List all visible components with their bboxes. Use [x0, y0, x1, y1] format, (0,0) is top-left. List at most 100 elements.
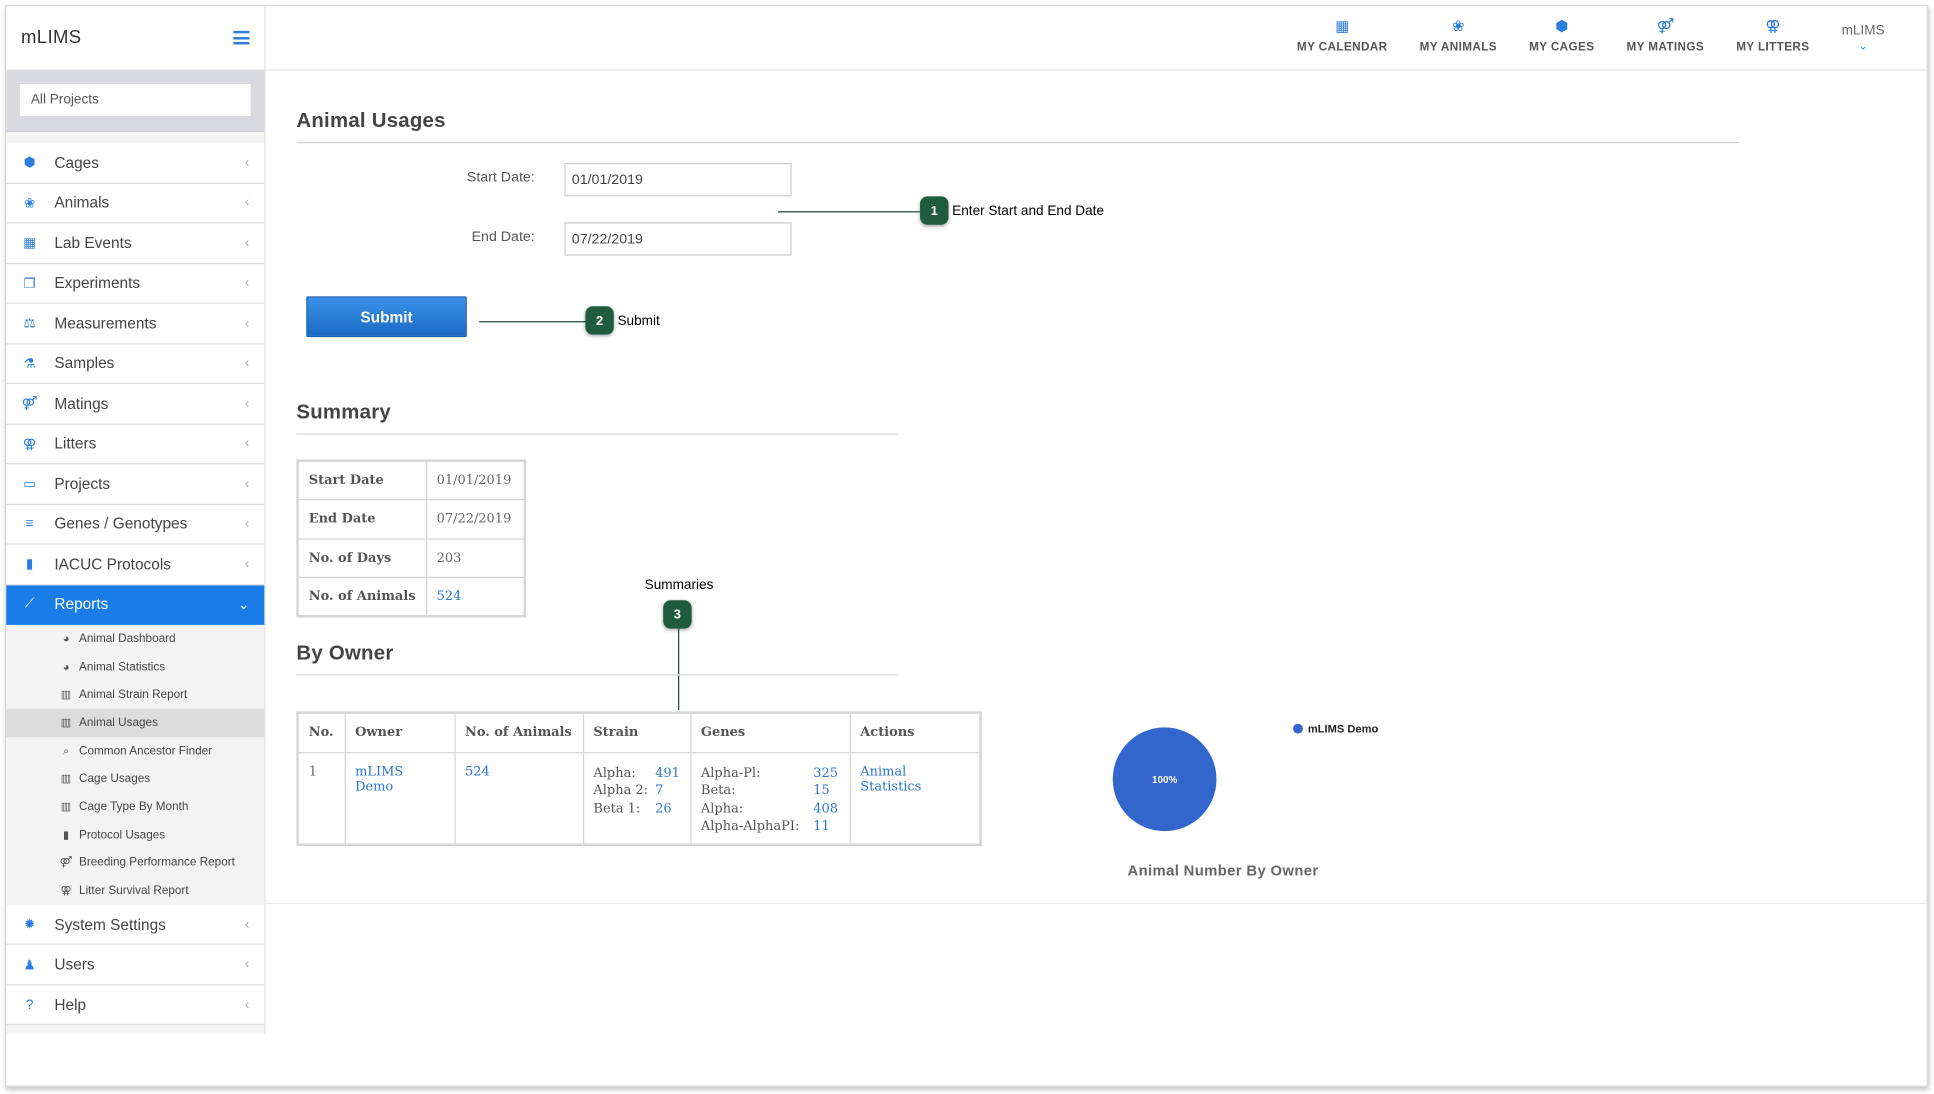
callout-1-text: Enter Start and End Date — [952, 203, 1104, 219]
submenu-item-breeding-performance-report[interactable]: ⚤ Breeding Performance Report — [6, 849, 264, 877]
kv-row: Alpha-AlphaPI: 11 — [701, 818, 839, 836]
kv-name: Alpha: — [700, 800, 744, 816]
sidebar-item-matings[interactable]: ⚤ Matings ‹ — [6, 384, 265, 425]
sidebar-item-projects[interactable]: ▭ Projects ‹ — [6, 464, 265, 505]
kv-row: Beta: 15 — [701, 782, 839, 800]
calendar-icon: ▦ — [23, 236, 37, 252]
callout-2-badge: 2 — [585, 306, 614, 335]
submenu-item-animal-statistics[interactable]: ◕ Animal Statistics — [6, 653, 264, 681]
chevron-left-icon: ‹ — [244, 396, 250, 411]
topnav-my-animals[interactable]: ❀ MY ANIMALS — [1420, 16, 1497, 54]
sidebar-item-experiments[interactable]: ❐ Experiments ‹ — [6, 263, 265, 304]
chevron-left-icon: ‹ — [244, 917, 250, 932]
sidebar-menu: ⬢ Cages ‹ ❀ Animals ‹ ▦ Lab Events ‹ ❐ Experiments… — [6, 143, 265, 1026]
submenu-item-litter-survival-report[interactable]: ⚢ Litter Survival Report — [6, 877, 264, 905]
sidebar-item-animals[interactable]: ❀ Animals ‹ — [6, 183, 265, 224]
genes-cell: Alpha-Pl: 325 Beta: 15 Alpha: 408 Alpha-AlphaP… — [689, 751, 851, 846]
paw-icon: ❀ — [23, 196, 36, 211]
chevron-left-icon: ‹ — [244, 195, 250, 211]
page-title: Animal Usages — [296, 109, 446, 133]
legend-swatch — [1293, 723, 1303, 734]
bar-chart-icon: ▥ — [60, 688, 72, 701]
sidebar-item-label: Lab Events — [54, 234, 132, 252]
owner-link[interactable]: mLIMS Demo — [355, 764, 403, 794]
animal-count-link[interactable]: 524 — [465, 764, 490, 779]
callout-2-connector — [479, 321, 591, 323]
submenu-item-label: Common Ancestor Finder — [79, 744, 213, 758]
sidebar-item-help[interactable]: ? Help ‹ — [6, 985, 265, 1026]
pie-icon: ◕ — [62, 660, 70, 674]
chevron-left-icon: ‹ — [244, 997, 250, 1013]
sidebar-item-system-settings[interactable]: ✹ System Settings ‹ — [6, 905, 265, 946]
kv-name: Beta 1: — [593, 800, 641, 816]
callout-3-connector — [678, 628, 680, 711]
submenu-item-cage-type-by-month[interactable]: ▥ Cage Type By Month — [6, 793, 264, 821]
sidebar-item-users[interactable]: ♟ Users ‹ — [6, 945, 265, 986]
chevron-left-icon: ‹ — [244, 355, 250, 371]
chevron-left-icon: ‹ — [244, 516, 250, 532]
animal-count-link[interactable]: 524 — [425, 576, 526, 617]
user-menu[interactable]: mLIMS ⌄ — [1842, 16, 1885, 54]
kv-row: Alpha: 408 — [701, 800, 839, 818]
start-date-input[interactable] — [564, 163, 792, 197]
kv-name: Beta: — [700, 782, 736, 798]
sidebar-item-lab-events[interactable]: ▦ Lab Events ‹ — [6, 223, 265, 264]
end-date-input[interactable] — [564, 222, 792, 256]
topnav-label: MY ANIMALS — [1419, 40, 1497, 55]
kv-row: Beta 1: 26 — [593, 800, 680, 818]
row-number: 1 — [297, 751, 346, 846]
topnav-my-calendar[interactable]: ▦ MY CALENDAR — [1297, 16, 1388, 54]
summary-label: No. of Animals — [297, 576, 427, 617]
summary-label: End Date — [297, 498, 427, 540]
sidebar-item-litters[interactable]: ⚢ Litters ‹ — [6, 424, 265, 465]
start-date-label: Start Date: — [466, 170, 535, 186]
callout-2-text: Submit — [617, 313, 660, 329]
project-selector-input[interactable] — [18, 82, 252, 118]
pie-chart-svg: 100% — [1112, 727, 1217, 832]
sidebar-item-label: Projects — [54, 475, 111, 493]
submenu-item-label: Cage Type By Month — [79, 800, 189, 814]
submenu-item-label: Animal Statistics — [79, 660, 166, 674]
callout-1-connector — [778, 211, 943, 213]
submenu-item-cage-usages[interactable]: ▥ Cage Usages — [6, 765, 264, 793]
hamburger-menu-icon[interactable] — [233, 30, 250, 45]
mating-icon: ⚤ — [21, 396, 38, 412]
main-content: Animal Usages Start Date: End Date: 1 En… — [265, 70, 1927, 905]
topnav-my-matings[interactable]: ⚤ MY MATINGS — [1627, 16, 1705, 54]
gear-icon: ✹ — [23, 917, 36, 933]
submenu-item-common-ancestor-finder[interactable]: ⌕ Common Ancestor Finder — [6, 737, 264, 765]
chevron-left-icon: ‹ — [244, 957, 250, 973]
kv-row: Alpha: 491 — [593, 764, 680, 782]
app-window: mLIMS ⬢ Cages ‹ ❀ Animals ‹ ▦ Lab Events ‹ ❐ Exper… — [4, 4, 1928, 1087]
search-icon: ⌕ — [62, 744, 70, 757]
summary-row: End Date 07/22/2019 — [297, 498, 526, 540]
pie-icon: ◕ — [62, 632, 70, 646]
topnav-label: MY MATINGS — [1626, 40, 1705, 55]
kv-row: Alpha-Pl: 325 — [701, 764, 839, 782]
sidebar-item-iacuc-protocols[interactable]: ▮ IACUC Protocols ‹ — [6, 544, 265, 585]
topnav-my-cages[interactable]: ⬢ MY CAGES — [1529, 16, 1594, 54]
summary-value: 01/01/2019 — [425, 460, 526, 501]
mating-icon: ⚤ — [1656, 17, 1675, 35]
chevron-left-icon: ‹ — [244, 155, 250, 171]
topnav-my-litters[interactable]: ⚢ MY LITTERS — [1736, 16, 1809, 54]
submenu-item-protocol-usages[interactable]: ▮ Protocol Usages — [6, 821, 264, 849]
animal-statistics-link[interactable]: Animal Statistics — [860, 764, 921, 794]
pie-chart: 100% — [1109, 724, 1220, 841]
kv-row: Alpha 2: 7 — [593, 782, 680, 800]
sidebar-item-label: Litters — [54, 435, 97, 453]
sidebar-item-label: Users — [54, 956, 95, 974]
summary-value: 07/22/2019 — [425, 498, 526, 540]
sidebar-item-cages[interactable]: ⬢ Cages ‹ — [6, 143, 265, 184]
submenu-item-animal-strain-report[interactable]: ▥ Animal Strain Report — [6, 681, 264, 709]
submenu-item-animal-usages[interactable]: ▥ Animal Usages — [6, 708, 265, 737]
sidebar-item-measurements[interactable]: ⚖ Measurements ‹ — [6, 303, 265, 344]
callout-3-text: Summaries — [644, 577, 714, 593]
submenu-item-animal-dashboard[interactable]: ◕ Animal Dashboard — [6, 625, 264, 653]
sidebar-item-reports[interactable]: ⟋ Reports ⌄ — [6, 584, 265, 625]
submit-button[interactable]: Submit — [306, 296, 467, 338]
sidebar-item-genes-genotypes[interactable]: ≡ Genes / Genotypes ‹ — [6, 504, 265, 545]
bar-chart-icon: ▥ — [60, 716, 72, 729]
sidebar-item-samples[interactable]: ⚗ Samples ‹ — [6, 343, 265, 385]
user-name: mLIMS — [1841, 23, 1885, 39]
